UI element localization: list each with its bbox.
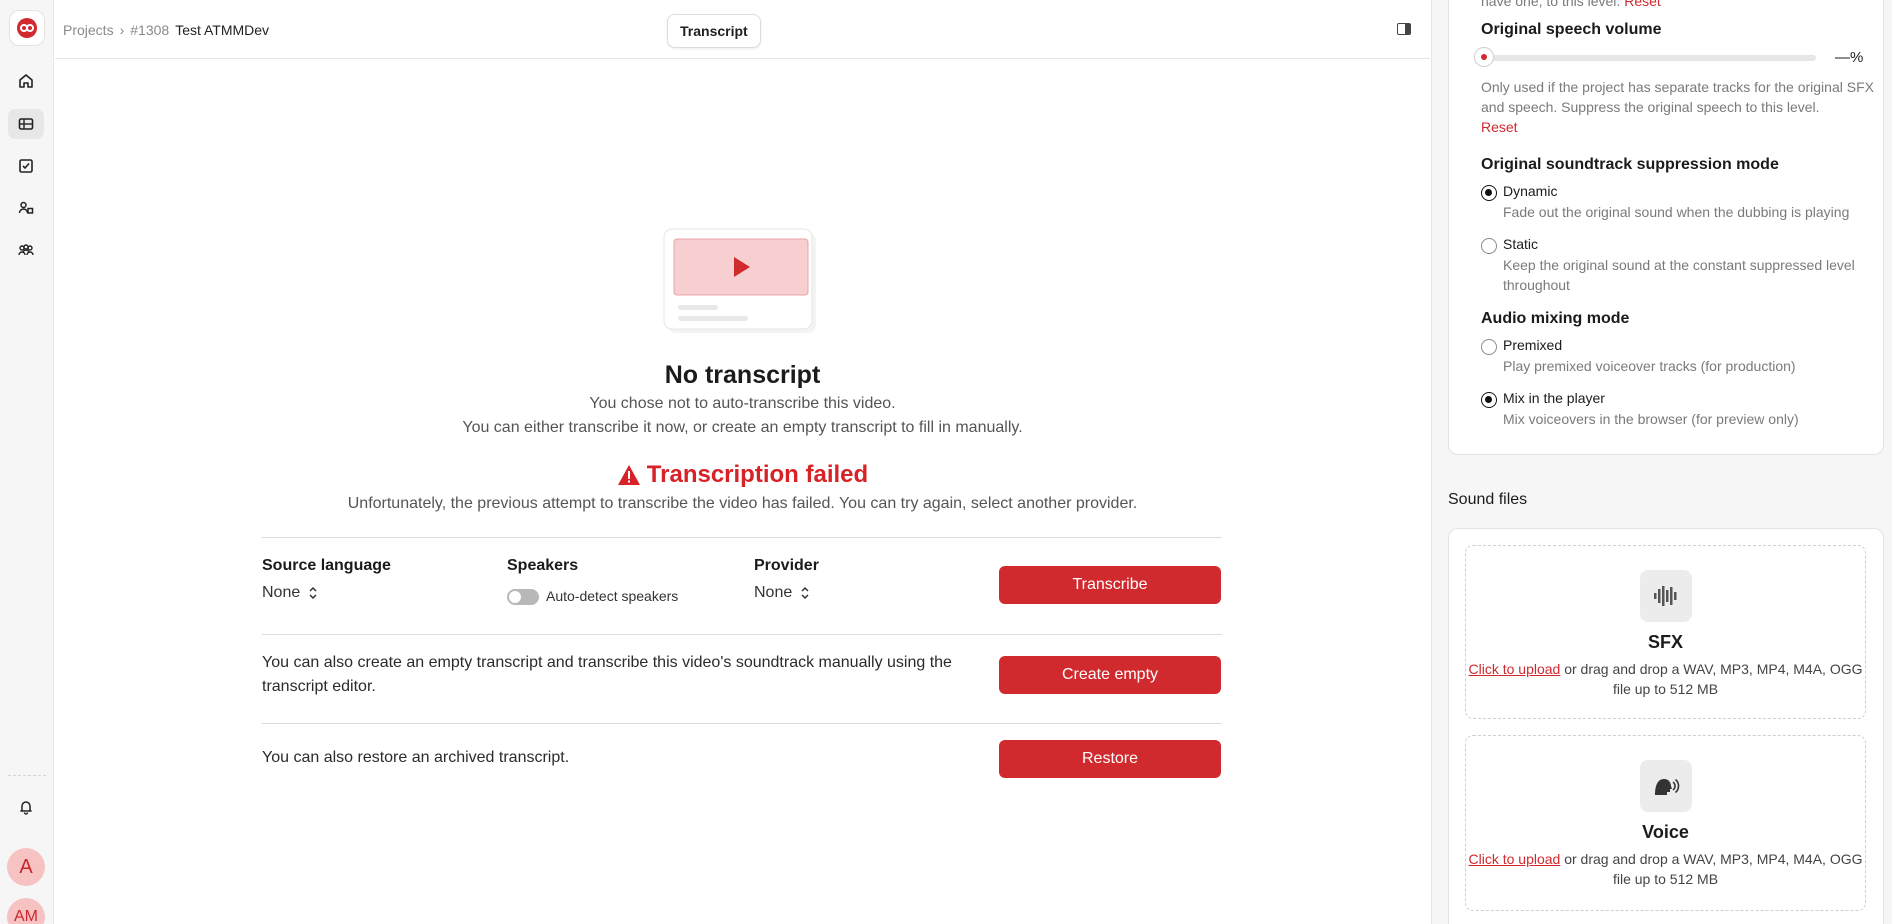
divider — [262, 723, 1222, 724]
breadcrumb: Projects › #1308 Test ATMMDev — [63, 22, 269, 38]
create-empty-text: You can also create an empty transcript … — [262, 654, 952, 695]
provider-select[interactable]: None — [754, 584, 810, 602]
auto-detect-label: Auto-detect speakers — [546, 588, 679, 604]
film-icon — [18, 118, 34, 130]
subtitle-line-1: You chose not to auto-transcribe this vi… — [589, 395, 896, 412]
radio-static[interactable] — [1481, 238, 1497, 254]
option-static-desc: Keep the original sound at the constant … — [1503, 257, 1855, 293]
speech-volume-label: Original speech volume — [1481, 21, 1662, 38]
sfx-click-to-upload-link[interactable]: Click to upload — [1469, 661, 1561, 677]
speech-volume-slider[interactable] — [1481, 55, 1816, 61]
sfx-title: SFX — [1647, 632, 1683, 652]
voice-click-to-upload-link[interactable]: Click to upload — [1469, 851, 1561, 867]
provider-value: None — [754, 584, 793, 601]
transcript-main: No transcript You chose not to auto-tran… — [55, 59, 1430, 924]
source-language-label: Source language — [262, 557, 391, 574]
logo-icon — [17, 18, 37, 38]
option-dynamic-label: Dynamic — [1503, 183, 1558, 199]
nav-tasks[interactable] — [8, 151, 44, 181]
cut-off-help-text: have one, to this level. Reset — [1481, 0, 1661, 11]
option-premixed-label: Premixed — [1503, 337, 1563, 353]
chevron-updown-icon — [801, 586, 809, 600]
user-avatar[interactable]: AM — [7, 898, 45, 924]
option-premixed-desc: Play premixed voiceover tracks (for prod… — [1503, 358, 1796, 374]
voice-upload-desc: Click to upload or drag and drop a WAV, … — [1468, 851, 1863, 887]
divider — [262, 634, 1222, 635]
video-placeholder-illustration — [663, 228, 816, 333]
workspace-avatar[interactable]: A — [7, 848, 45, 886]
breadcrumb-project-id: #1308 — [130, 22, 170, 38]
sound-files-label: Sound files — [1448, 491, 1528, 508]
sfx-upload-desc: Click to upload or drag and drop a WAV, … — [1468, 661, 1863, 697]
divider — [262, 537, 1222, 538]
create-empty-button[interactable]: Create empty — [999, 656, 1221, 694]
option-dynamic-desc: Fade out the original sound when the dub… — [1503, 204, 1850, 220]
audio-settings-card: have one, to this level. Reset Original … — [1448, 0, 1884, 455]
suppression-mode-label: Original soundtrack suppression mode — [1481, 156, 1779, 173]
waveform-icon — [1640, 570, 1692, 622]
radio-premixed[interactable] — [1481, 339, 1497, 355]
speaking-head-icon — [1640, 760, 1692, 812]
chevron-updown-icon — [309, 586, 317, 600]
radio-mix-in-player[interactable] — [1481, 392, 1497, 408]
left-nav-rail: A AM — [0, 0, 54, 924]
speech-volume-reset[interactable]: Reset — [1481, 117, 1518, 137]
breadcrumb-separator: › — [119, 22, 125, 38]
nav-projects[interactable] — [8, 109, 44, 139]
speakers-label: Speakers — [507, 557, 579, 574]
error-description: Unfortunately, the previous attempt to t… — [347, 495, 1138, 512]
speech-volume-value: —% — [1835, 49, 1864, 66]
subtitle-line-2: You can either transcribe it now, or cre… — [462, 419, 1023, 436]
radio-dynamic[interactable] — [1481, 185, 1497, 201]
top-bar: Projects › #1308 Test ATMMDev Transcript — [55, 0, 1430, 59]
people-shapes-icon — [18, 201, 34, 214]
speech-volume-help: Only used if the project has separate tr… — [1481, 79, 1874, 115]
provider-label: Provider — [754, 557, 819, 574]
option-mix-in-player-desc: Mix voiceovers in the browser (for previ… — [1503, 411, 1799, 427]
source-language-select[interactable]: None — [262, 584, 318, 602]
home-icon — [19, 74, 33, 88]
tab-transcript[interactable]: Transcript — [667, 14, 761, 48]
restore-text: You can also restore an archived transcr… — [262, 749, 570, 766]
nav-notifications[interactable] — [8, 792, 44, 822]
auto-detect-toggle[interactable] — [507, 589, 539, 605]
nav-speakers[interactable] — [8, 193, 44, 223]
bell-icon — [20, 801, 32, 815]
app-logo[interactable] — [9, 10, 45, 46]
nav-home[interactable] — [8, 66, 44, 96]
option-static-label: Static — [1503, 236, 1539, 252]
speech-volume-slider-handle[interactable] — [1474, 47, 1494, 67]
page-title: No transcript — [664, 361, 821, 389]
nav-team[interactable] — [8, 235, 44, 265]
team-icon — [18, 244, 34, 256]
rail-divider — [8, 775, 46, 776]
warning-icon — [617, 465, 640, 485]
source-language-value: None — [262, 584, 301, 601]
restore-button[interactable]: Restore — [999, 740, 1221, 778]
option-mix-in-player-label: Mix in the player — [1503, 390, 1605, 406]
reset-link[interactable]: Reset — [1624, 0, 1661, 9]
voice-title: Voice — [1642, 822, 1689, 842]
checkbox-icon — [19, 159, 33, 173]
transcribe-button[interactable]: Transcribe — [999, 566, 1221, 604]
right-settings-panel: have one, to this level. Reset Original … — [1431, 0, 1892, 924]
sfx-upload-dropzone[interactable]: SFX Click to upload or drag and drop a W… — [1465, 545, 1866, 719]
error-title-text: Transcription failed — [646, 461, 869, 488]
panel-toggle-icon[interactable] — [1397, 23, 1411, 35]
error-title: Transcription failed — [55, 461, 1430, 489]
audio-mixing-label: Audio mixing mode — [1481, 310, 1630, 327]
breadcrumb-projects[interactable]: Projects — [63, 22, 114, 38]
voice-upload-dropzone[interactable]: Voice Click to upload or drag and drop a… — [1465, 735, 1866, 911]
breadcrumb-project-name: Test ATMMDev — [175, 22, 270, 38]
